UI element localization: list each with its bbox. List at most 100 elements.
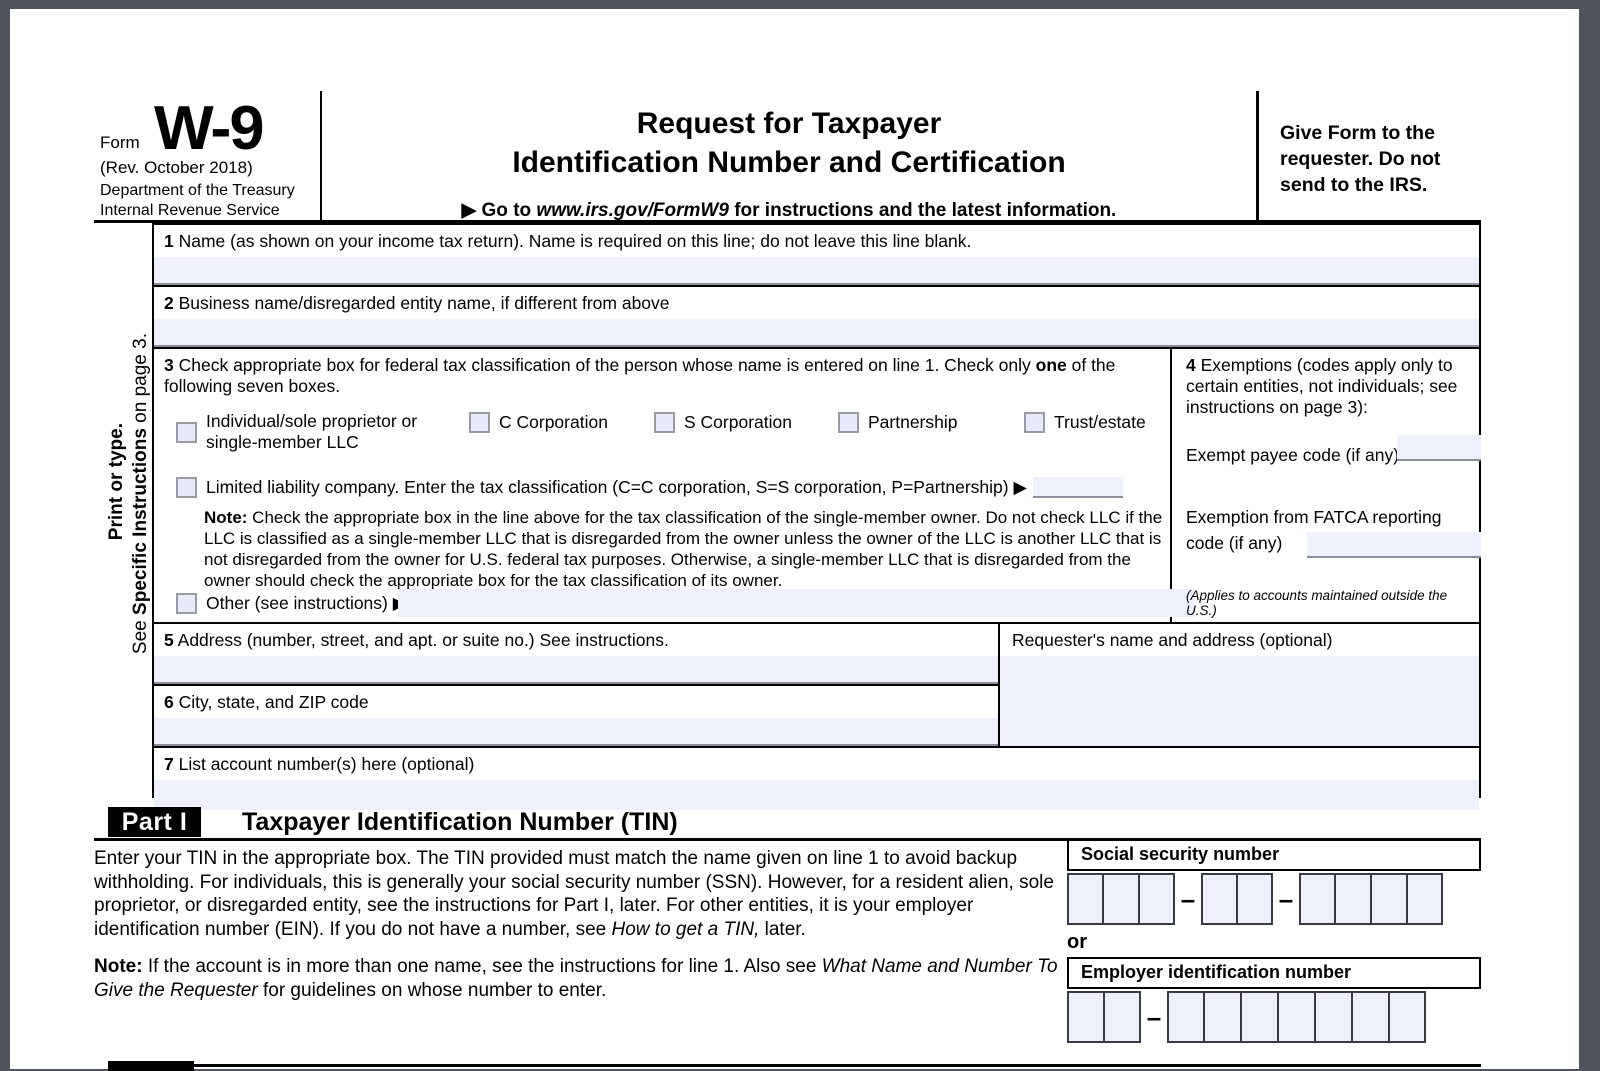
tin-entry-block: Social security number – – or Employer i… [1067,839,1481,1043]
line-4-number: 4 [1186,355,1196,375]
ein-cell[interactable] [1067,991,1104,1043]
part-2-badge-partial [108,1061,194,1071]
line-1-input[interactable] [154,257,1479,285]
line-4-exemptions: 4 Exemptions (codes apply only to certai… [1174,349,1481,624]
line-6-city-state-zip: 6 City, state, and ZIP code [154,686,1000,748]
print-or-type-label: Print or type. [106,423,127,541]
checkbox-s-corporation-icon[interactable] [654,411,675,433]
part-1-badge: Part I [108,807,201,837]
instructions-url-suffix: for instructions and the latest informat… [728,200,1117,221]
line-3-number: 3 [164,355,174,375]
form-identity-block: Form W-9 (Rev. October 2018) Department … [94,91,322,223]
requester-input[interactable] [1000,656,1479,746]
ssn-cell[interactable] [1237,873,1273,925]
ein-cell[interactable] [1104,991,1141,1043]
ein-cell[interactable] [1278,991,1315,1043]
line-7-number: 7 [164,754,174,774]
ein-cell[interactable] [1389,991,1426,1043]
ein-cell[interactable] [1241,991,1278,1043]
ssn-cell[interactable] [1103,873,1139,925]
part-1-paragraph-1: Enter your TIN in the appropriate box. T… [94,847,1059,941]
right-arrow-icon: ▶ Go to [461,200,537,221]
form-header: Form W-9 (Rev. October 2018) Department … [94,91,1481,223]
line-4-footnote: (Applies to accounts maintained outside … [1186,588,1448,618]
line-6-input[interactable] [154,718,998,746]
ssn-cells[interactable]: – – [1067,873,1481,925]
line-3-note-text: Check the appropriate box in the line ab… [204,508,1163,590]
ssn-cell[interactable] [1407,873,1443,925]
ein-cell[interactable] [1167,991,1204,1043]
checkbox-row-trust-estate[interactable]: Trust/estate [1024,411,1146,433]
part-1-note-bold: Note: [94,956,143,977]
part-1-title: Taxpayer Identification Number (TIN) [242,808,678,836]
line-4-caption: 4 Exemptions (codes apply only to certai… [1186,355,1481,418]
part-1-instructions: Enter your TIN in the appropriate box. T… [94,847,1059,1016]
line-3-label-bold: one [1035,355,1067,375]
checkbox-individual-icon[interactable] [176,421,197,443]
ssn-separator-icon: – [1180,884,1196,914]
checkbox-row-c-corporation[interactable]: C Corporation [469,411,608,433]
line-3-label-part-1: Check appropriate box for federal tax cl… [178,355,1036,375]
ssn-label: Social security number [1067,839,1481,871]
document-viewer: Form W-9 (Rev. October 2018) Department … [0,0,1600,1071]
exempt-payee-code-input[interactable] [1397,435,1481,461]
ein-cell[interactable] [1315,991,1352,1043]
requester-name-address: Requester's name and address (optional) [1000,624,1481,748]
part-1-header: Part I Taxpayer Identification Number (T… [94,807,1481,841]
form-title-line-1: Request for Taxpayer [636,107,942,140]
ein-label: Employer identification number [1067,957,1481,989]
form-title: Request for Taxpayer Identification Numb… [324,104,1254,182]
form-word-label: Form [100,133,140,152]
checkbox-c-corporation-icon[interactable] [469,411,490,433]
ein-cell[interactable] [1352,991,1389,1043]
ein-cell[interactable] [1204,991,1241,1043]
ssn-cell[interactable] [1335,873,1371,925]
line-6-number: 6 [164,692,174,712]
issuing-agency: Department of the Treasury Internal Reve… [100,181,295,221]
other-classification-input[interactable] [398,589,1194,617]
checkbox-llc-icon[interactable] [176,476,197,498]
checkbox-row-individual[interactable]: Individual/sole proprietor or single-memb… [176,411,436,453]
line-1-caption: 1 Name (as shown on your income tax retu… [164,231,971,252]
llc-classification-input[interactable] [1032,476,1123,498]
line-2-caption: 2 Business name/disregarded entity name,… [164,293,670,314]
line-3-caption: 3 Check appropriate box for federal tax … [164,355,1162,397]
line-5-input[interactable] [154,656,998,684]
checkbox-trust-estate-icon[interactable] [1024,411,1045,433]
line-7-caption: 7 List account number(s) here (optional) [164,754,474,775]
department-line-1: Department of the Treasury [100,182,295,199]
part-2-rule-partial [194,1064,1481,1067]
part-1-paragraph-1-b: later. [759,918,806,940]
ein-cells[interactable]: – [1067,991,1481,1043]
checkbox-other-icon[interactable] [176,592,197,614]
line-5-label: Address (number, street, and apt. or sui… [177,630,669,650]
ssn-cell[interactable] [1139,873,1175,925]
ssn-cell[interactable] [1371,873,1407,925]
see-suffix: on page 3. [130,333,151,429]
part-1-note: Note: If the account is in more than one… [94,955,1059,1002]
fatca-label-line-2: code (if any) [1186,533,1283,553]
ein-separator-icon: – [1146,1002,1162,1032]
line-2-input[interactable] [154,319,1479,347]
checkbox-row-llc[interactable]: Limited liability company. Enter the tax… [176,476,1123,498]
ssn-cell[interactable] [1299,873,1335,925]
part-1-paragraph-1-italic: How to get a TIN, [611,918,760,940]
or-label: or [1067,931,1087,953]
checkbox-row-other[interactable]: Other (see instructions) ▶ [176,589,1194,617]
checkbox-row-partnership[interactable]: Partnership [838,411,958,433]
ssn-cell[interactable] [1067,873,1103,925]
line-1-label: Name (as shown on your income tax return… [178,231,972,251]
instructions-url-line: ▶ Go to www.irs.gov/FormW9 for instructi… [324,199,1254,222]
ssn-cell[interactable] [1201,873,1237,925]
line-7-input[interactable] [154,780,1479,810]
checkbox-row-s-corporation[interactable]: S Corporation [654,411,792,433]
irs-form-url[interactable]: www.irs.gov/FormW9 [536,200,729,221]
form-title-line-2: Identification Number and Certification [512,146,1066,179]
line-7-label: List account number(s) here (optional) [178,754,475,774]
line-2-label: Business name/disregarded entity name, i… [178,293,670,313]
line-4-label: Exemptions (codes apply only to certain … [1186,355,1458,417]
checkbox-partnership-icon[interactable] [838,411,859,433]
line-3-and-4-block: 3 Check appropriate box for federal tax … [154,349,1481,624]
fatca-code-input[interactable] [1307,532,1481,558]
checkbox-s-corporation-label: S Corporation [684,411,792,432]
